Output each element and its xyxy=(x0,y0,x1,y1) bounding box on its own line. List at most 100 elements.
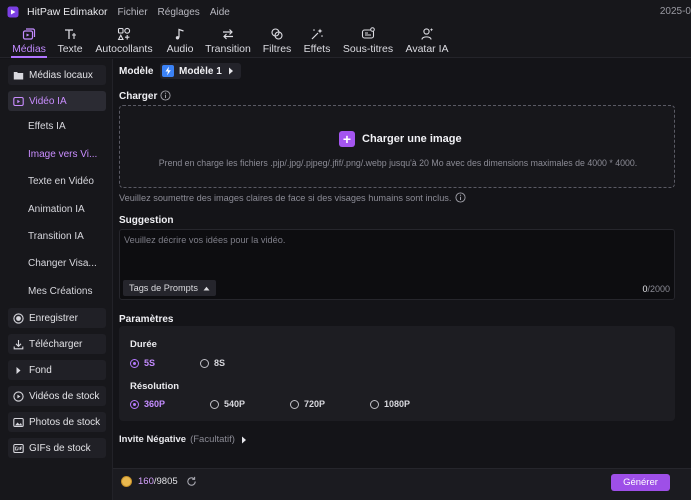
credits-used: 160 xyxy=(138,476,154,487)
sidebar-item-label: Photos de stock xyxy=(29,416,101,428)
tab-effects[interactable]: Effets xyxy=(302,24,332,58)
background-arrow-icon xyxy=(16,366,21,374)
sidebar: Médias locaux Vidéo IA Effets IA Image v… xyxy=(0,59,113,500)
sidebar-subitem-image-to-video[interactable]: Image vers Vi... xyxy=(28,149,97,160)
duration-label: Durée xyxy=(130,339,157,350)
record-icon xyxy=(13,312,24,324)
app-logo-icon xyxy=(7,6,19,18)
prompt-tags-button[interactable]: Tags de Prompts xyxy=(123,280,216,296)
tab-medias[interactable]: Médias xyxy=(7,24,51,58)
tab-label: Filtres xyxy=(262,43,292,55)
effects-sparkle-icon xyxy=(311,28,323,40)
radio-label: 540P xyxy=(224,399,246,409)
sticker-icon xyxy=(117,27,131,41)
tab-label: Texte xyxy=(57,43,83,55)
model-value: Modèle 1 xyxy=(179,65,222,77)
refresh-icon[interactable] xyxy=(186,476,197,487)
sidebar-item-label: Médias locaux xyxy=(29,69,93,81)
sidebar-item-background[interactable]: Fond xyxy=(8,360,106,380)
media-icon xyxy=(22,28,36,40)
resolution-option-720p[interactable]: 720P xyxy=(290,399,325,409)
menu-file[interactable]: Fichier xyxy=(118,7,148,18)
sidebar-item-local-media[interactable]: Médias locaux xyxy=(8,65,106,85)
sidebar-subitem-my-creations[interactable]: Mes Créations xyxy=(28,286,92,297)
tab-label: Avatar IA xyxy=(405,43,449,55)
sidebar-subitem-ai-animation[interactable]: Animation IA xyxy=(28,204,85,215)
caret-right-icon xyxy=(228,67,233,75)
transition-arrows-icon xyxy=(223,29,233,40)
stock-video-icon xyxy=(13,390,24,402)
radio-dot xyxy=(200,358,209,368)
model-selector[interactable]: Modèle 1 xyxy=(160,63,241,79)
text-icon xyxy=(65,29,76,39)
parameters-panel: Durée 5S 8S Résolution 360P 540P 720P 10… xyxy=(119,326,675,421)
upload-hint: Veuillez soumettre des images claires de… xyxy=(119,192,467,203)
caret-up-icon xyxy=(203,286,210,290)
radio-label: 720P xyxy=(304,399,326,409)
info-icon[interactable] xyxy=(455,192,467,203)
sidebar-item-stock-gifs[interactable]: GIFs de stock xyxy=(8,438,106,458)
tab-filters[interactable]: Filtres xyxy=(261,24,293,58)
tab-subtitles[interactable]: Sous-titres xyxy=(342,24,394,58)
sidebar-item-ai-video[interactable]: Vidéo IA xyxy=(8,91,106,111)
radio-dot xyxy=(370,399,379,409)
menu-help[interactable]: Aide xyxy=(210,7,230,18)
resolution-option-540p[interactable]: 540P xyxy=(210,399,245,409)
main-toolbar: Médias Texte Autocollants Audio Transiti… xyxy=(0,24,691,58)
generation-footer: 160 /9805 Générer xyxy=(113,468,691,500)
radio-dot xyxy=(210,399,219,409)
info-icon[interactable] xyxy=(160,90,171,101)
folder-icon xyxy=(13,71,24,79)
image-to-video-panel: Modèle Modèle 1 Charger + Charger une im… xyxy=(113,59,691,500)
upload-dropzone[interactable]: + Charger une image Prend en charge les … xyxy=(119,105,675,188)
duration-option-8s[interactable]: 8S xyxy=(200,358,225,368)
credits-display: 160 /9805 xyxy=(121,476,197,487)
resolution-option-360p[interactable]: 360P xyxy=(130,399,165,409)
sidebar-subitem-face-swap[interactable]: Changer Visa... xyxy=(28,258,97,269)
radio-dot xyxy=(130,399,139,409)
credits-total: /9805 xyxy=(153,476,178,487)
duration-option-5s[interactable]: 5S xyxy=(130,358,155,368)
prompt-input[interactable] xyxy=(120,230,674,276)
ai-video-icon xyxy=(13,96,24,106)
tab-label: Effets xyxy=(303,43,331,55)
app-title: HitPaw Edimakor xyxy=(27,6,108,18)
radio-label: 5S xyxy=(144,358,156,368)
upload-button-label: Charger une image xyxy=(362,133,462,145)
sidebar-subitem-text-to-video[interactable]: Texte en Vidéo xyxy=(28,176,94,187)
sidebar-item-label: Vidéo IA xyxy=(29,95,67,107)
title-date: 2025-0 xyxy=(659,6,691,17)
caret-right-icon xyxy=(241,436,246,443)
sidebar-item-label: Vidéos de stock xyxy=(29,390,100,402)
menu-settings[interactable]: Réglages xyxy=(158,7,200,18)
sidebar-item-record[interactable]: Enregistrer xyxy=(8,308,106,328)
resolution-option-1080p[interactable]: 1080P xyxy=(370,399,410,409)
negative-prompt-toggle[interactable]: Invite Négative (Facultatif) xyxy=(119,434,247,445)
tab-avatar-ai[interactable]: Avatar IA xyxy=(404,24,450,58)
plus-icon: + xyxy=(339,131,355,147)
resolution-label: Résolution xyxy=(130,381,180,392)
subtitles-icon xyxy=(361,27,375,39)
radio-label: 1080P xyxy=(384,399,411,409)
sidebar-item-stock-videos[interactable]: Vidéos de stock xyxy=(8,386,106,406)
generate-button[interactable]: Générer xyxy=(611,474,670,491)
radio-label: 8S xyxy=(214,358,226,368)
upload-image-button[interactable]: + Charger une image xyxy=(339,131,462,147)
tab-audio[interactable]: Audio xyxy=(165,24,195,58)
tab-transition[interactable]: Transition xyxy=(205,24,251,58)
tab-text[interactable]: Texte xyxy=(55,24,85,58)
tab-label: Sous-titres xyxy=(342,43,394,55)
parameters-label: Paramètres xyxy=(119,314,174,325)
upload-hint-text: Veuillez soumettre des images claires de… xyxy=(119,192,452,203)
sidebar-item-download[interactable]: Télécharger xyxy=(8,334,106,354)
sidebar-item-label: GIFs de stock xyxy=(29,442,91,454)
sidebar-item-label: Enregistrer xyxy=(29,312,78,324)
sidebar-subitem-ai-effects[interactable]: Effets IA xyxy=(28,121,66,132)
tab-label: Autocollants xyxy=(95,43,153,55)
sidebar-subitem-ai-transition[interactable]: Transition IA xyxy=(28,231,84,242)
sidebar-item-stock-photos[interactable]: Photos de stock xyxy=(8,412,106,432)
tab-stickers[interactable]: Autocollants xyxy=(95,24,153,58)
coin-icon xyxy=(121,476,132,487)
radio-label: 360P xyxy=(144,399,166,409)
music-note-icon xyxy=(175,28,184,40)
